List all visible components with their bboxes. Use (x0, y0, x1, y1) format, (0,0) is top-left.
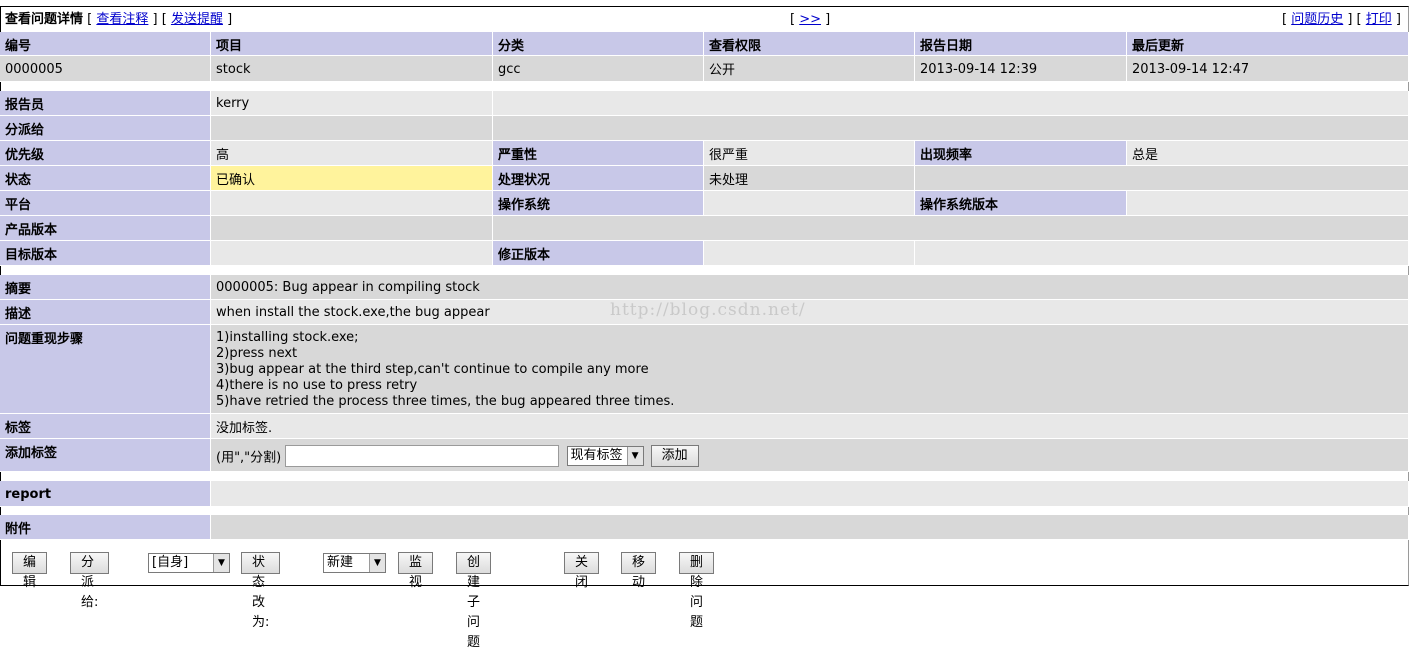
step-line: 1)installing stock.exe; (216, 330, 359, 345)
assigned-value (211, 116, 493, 141)
status-select[interactable]: 新建 ▼ (323, 553, 386, 573)
details-table: 报告员 kerry 分派给 优先级 高 严重性 很严重 出现频率 总是 状态 已… (0, 91, 1409, 266)
add-tag-cell: (用","分割) 现有标签 ▼ 添加 (211, 439, 1409, 472)
chevron-down-icon: ▼ (626, 446, 643, 465)
issue-id: 0000005 (0, 56, 211, 82)
header-links-right: [ 问题历史 ] [ 打印 ] (1281, 12, 1401, 27)
page-title: 查看问题详情 (5, 12, 84, 27)
platform-label: 平台 (0, 191, 211, 216)
existing-tags-select[interactable]: 现有标签 ▼ (566, 445, 644, 466)
reporter-value: kerry (211, 91, 493, 116)
issue-project: stock (211, 56, 493, 82)
status-label: 状态 (0, 166, 211, 191)
title-group: 查看问题详情 [ 查看注释 ] [ 发送提醒 ] (5, 12, 233, 27)
resolution-label: 处理状况 (493, 166, 704, 191)
tags-value: 没加标签. (211, 414, 1409, 439)
issue-date-submitted: 2013-09-14 12:39 (915, 56, 1127, 82)
add-tag-label: 添加标签 (0, 439, 211, 472)
step-line: 5)have retried the process three times, … (216, 394, 675, 409)
col-header-id: 编号 (0, 32, 211, 56)
chevron-down-icon: ▼ (369, 554, 385, 572)
product-version-label: 产品版本 (0, 216, 211, 241)
tags-label: 标签 (0, 414, 211, 439)
description-label: 描述 (0, 300, 211, 325)
summary-label: 摘要 (0, 275, 211, 300)
attachments-table: 附件 (0, 515, 1409, 540)
os-label: 操作系统 (493, 191, 704, 216)
col-header-category: 分类 (493, 32, 704, 56)
move-button[interactable]: 移动 (621, 552, 657, 590)
view-notes-link[interactable]: 查看注释 (96, 12, 148, 27)
assigned-label: 分派给 (0, 116, 211, 141)
monitor-button[interactable]: 监视 (398, 552, 434, 590)
priority-label: 优先级 (0, 141, 211, 166)
target-version-value (211, 241, 493, 266)
print-link[interactable]: 打印 (1366, 12, 1392, 27)
issue-category: gcc (493, 56, 704, 82)
col-header-view-status: 查看权限 (704, 32, 915, 56)
step-line: 2)press next (216, 346, 298, 361)
summary-value: 0000005: Bug appear in compiling stock (211, 275, 1409, 300)
fixed-version-value (704, 241, 915, 266)
reproducibility-value: 总是 (1127, 141, 1409, 166)
next-issue-link[interactable]: >> (799, 12, 821, 27)
priority-value: 高 (211, 141, 493, 166)
col-header-last-update: 最后更新 (1127, 32, 1409, 56)
report-value (211, 481, 1409, 507)
issue-history-link[interactable]: 问题历史 (1291, 12, 1343, 27)
create-child-button[interactable]: 创建子问题 (456, 552, 492, 650)
severity-label: 严重性 (493, 141, 704, 166)
chevron-down-icon: ▼ (213, 554, 229, 572)
step-line: 3)bug appear at the third step,can't con… (216, 362, 649, 377)
issue-view-status: 公开 (704, 56, 915, 82)
reproducibility-label: 出现频率 (915, 141, 1127, 166)
os-version-value (1127, 191, 1409, 216)
summary-table: 编号 项目 分类 查看权限 报告日期 最后更新 0000005 stock gc… (0, 32, 1409, 82)
tag-input[interactable] (285, 444, 560, 467)
attachments-value (211, 515, 1409, 540)
severity-value: 很严重 (704, 141, 915, 166)
step-line: 4)there is no use to press retry (216, 378, 418, 393)
nav-next: [ >> ] (790, 12, 831, 27)
target-version-label: 目标版本 (0, 241, 211, 266)
close-button[interactable]: 关闭 (564, 552, 600, 590)
reporter-label: 报告员 (0, 91, 211, 116)
add-tag-hint: (用","分割) (216, 450, 282, 465)
steps-value: 1)installing stock.exe; 2)press next 3)b… (211, 325, 1409, 414)
assign-select[interactable]: [自身] ▼ (148, 553, 230, 573)
edit-button[interactable]: 编辑 (12, 552, 48, 590)
change-status-button[interactable]: 状态改为: (241, 552, 281, 630)
send-reminder-link[interactable]: 发送提醒 (171, 12, 223, 27)
description-table: 摘要 0000005: Bug appear in compiling stoc… (0, 275, 1409, 472)
os-version-label: 操作系统版本 (915, 191, 1127, 216)
assign-to-button[interactable]: 分派给: (70, 552, 110, 610)
summary-header-row: 编号 项目 分类 查看权限 报告日期 最后更新 (0, 32, 1409, 56)
status-value: 已确认 (211, 166, 493, 191)
description-value: when install the stock.exe,the bug appea… (211, 300, 1409, 325)
attachments-label: 附件 (0, 515, 211, 540)
resolution-value: 未处理 (704, 166, 915, 191)
page-header: 查看问题详情 [ 查看注释 ] [ 发送提醒 ] [ >> ] [ 问题历史 ]… (0, 7, 1409, 32)
issue-last-update: 2013-09-14 12:47 (1127, 56, 1409, 82)
delete-button[interactable]: 删除问题 (679, 552, 715, 630)
report-table: report (0, 481, 1409, 507)
add-tag-button[interactable]: 添加 (650, 444, 699, 467)
os-value (704, 191, 915, 216)
platform-value (211, 191, 493, 216)
col-header-project: 项目 (211, 32, 493, 56)
col-header-date-submitted: 报告日期 (915, 32, 1127, 56)
summary-value-row: 0000005 stock gcc 公开 2013-09-14 12:39 20… (0, 56, 1409, 82)
report-label: report (0, 481, 211, 507)
fixed-version-label: 修正版本 (493, 241, 704, 266)
product-version-value (211, 216, 493, 241)
steps-label: 问题重现步骤 (0, 325, 211, 414)
